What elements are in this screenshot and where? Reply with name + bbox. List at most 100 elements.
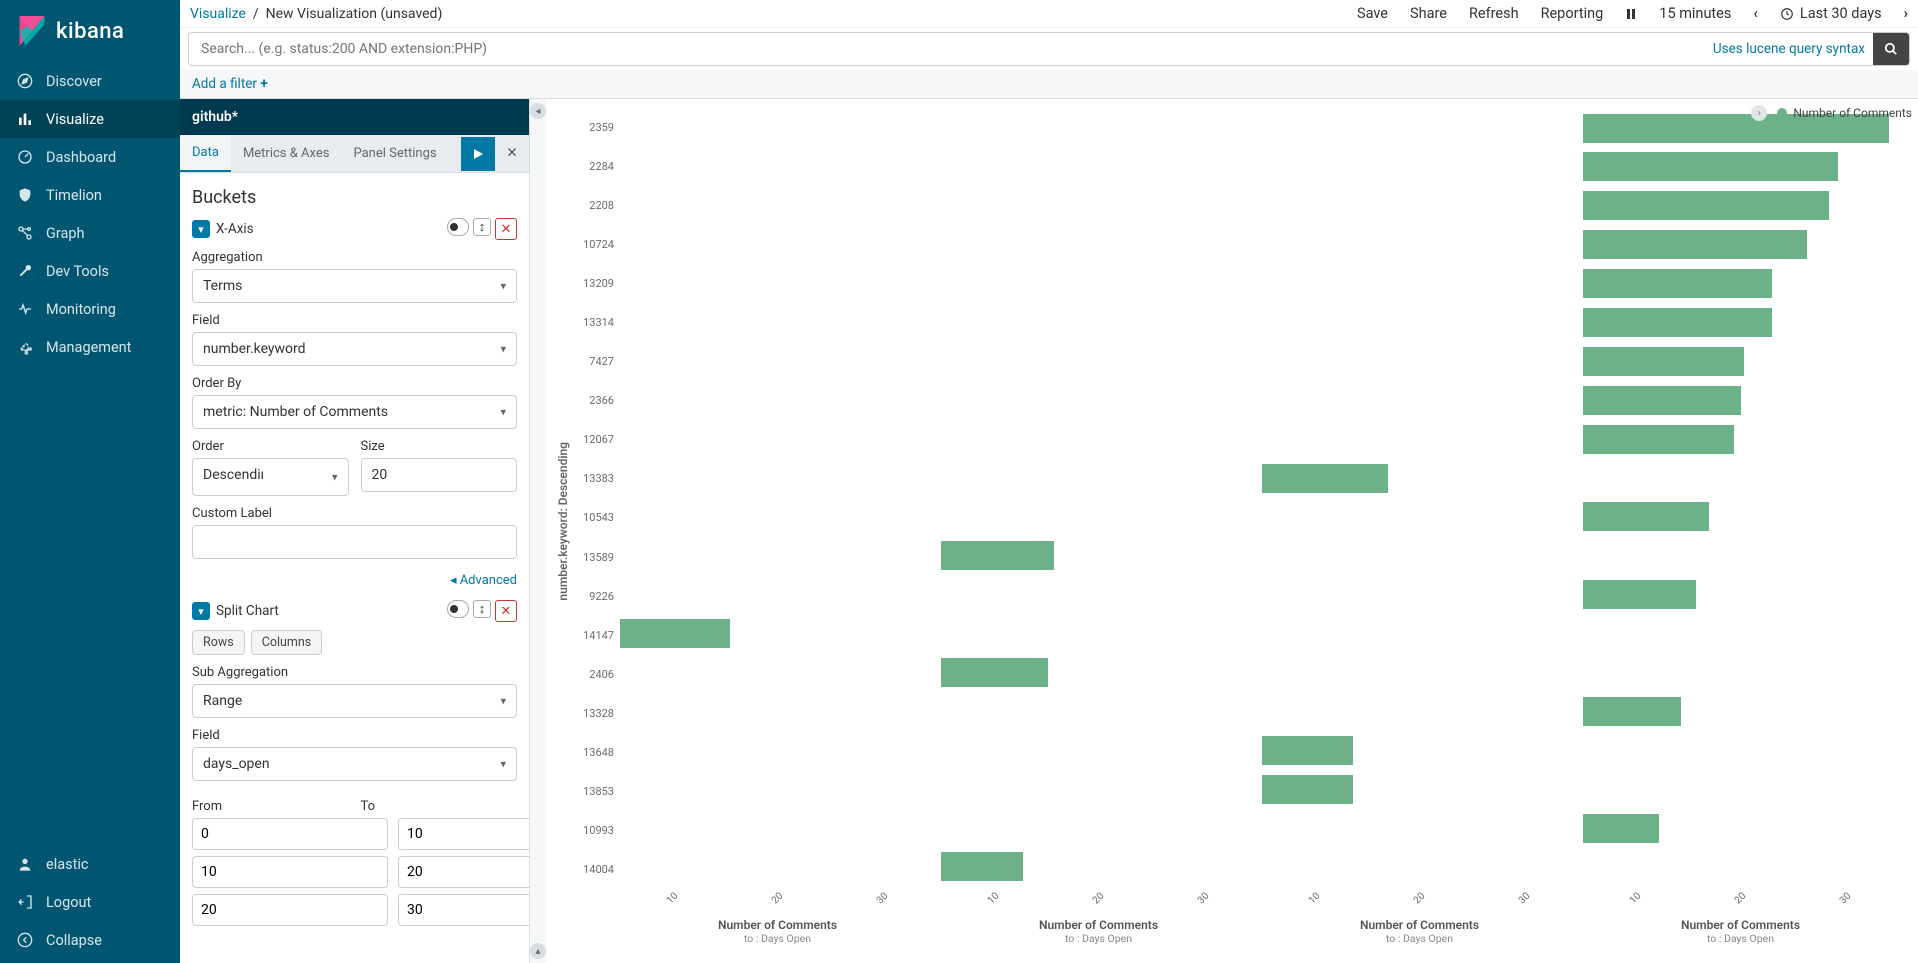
split-columns-button[interactable]: Columns [251, 630, 323, 655]
range-to-input[interactable] [398, 818, 529, 850]
bar-row [1262, 692, 1577, 730]
split-rows-button[interactable]: Rows [192, 630, 245, 655]
split-delete-button[interactable]: ✕ [495, 600, 517, 622]
custom-label-input[interactable] [192, 525, 517, 559]
split-field-select[interactable]: days_open [192, 747, 517, 781]
bar-row [1262, 809, 1577, 847]
bucket-delete-button[interactable]: ✕ [495, 218, 517, 240]
bar[interactable] [1583, 814, 1659, 843]
bar[interactable] [1583, 308, 1772, 337]
bar[interactable] [620, 619, 730, 648]
pause-icon[interactable] [1625, 8, 1637, 20]
panel-tabs: Data Metrics & Axes Panel Settings ✕ [180, 135, 529, 173]
bar[interactable] [1583, 386, 1741, 415]
split-priority-button[interactable]: ↕ [473, 600, 491, 618]
aggregation-select[interactable]: Terms [192, 269, 517, 303]
discard-changes-button[interactable]: ✕ [495, 137, 529, 171]
bar[interactable] [1583, 230, 1807, 259]
collapse-toggle[interactable]: ▾ [192, 220, 210, 238]
search-button[interactable] [1873, 33, 1909, 65]
expand-panel-button[interactable]: ▴ [530, 943, 546, 959]
bar-row [1262, 848, 1577, 886]
share-button[interactable]: Share [1410, 5, 1447, 22]
breadcrumb-root[interactable]: Visualize [190, 6, 246, 22]
y-tick: 2406 [576, 656, 614, 694]
bar[interactable] [1583, 425, 1734, 454]
x-ticks: 102030 [620, 893, 935, 904]
bar[interactable] [1262, 464, 1388, 493]
size-input[interactable] [361, 458, 518, 492]
range-from-input[interactable] [192, 818, 388, 850]
tab-panel-settings[interactable]: Panel Settings [341, 136, 448, 171]
search-input[interactable] [189, 41, 1713, 57]
nav-collapse[interactable]: Collapse [0, 921, 180, 959]
bar[interactable] [1583, 152, 1838, 181]
bar-row [620, 731, 935, 769]
panel-x-subtitle: to : Days Open [620, 932, 935, 945]
bucket-priority-button[interactable]: ↕ [473, 218, 491, 236]
save-button[interactable]: Save [1357, 5, 1388, 22]
bar[interactable] [941, 541, 1054, 570]
nav-timelion[interactable]: Timelion [0, 176, 180, 214]
apply-changes-button[interactable] [461, 137, 495, 171]
bar[interactable] [1583, 191, 1829, 220]
range-to-input[interactable] [398, 856, 529, 888]
range-to-input[interactable] [398, 894, 529, 926]
range-from-input[interactable] [192, 894, 388, 926]
nav-dashboard[interactable]: Dashboard [0, 138, 180, 176]
field-select[interactable]: number.keyword [192, 332, 517, 366]
interval-label[interactable]: 15 minutes [1659, 5, 1731, 22]
time-range[interactable]: Last 30 days [1780, 5, 1882, 22]
add-filter-link[interactable]: Add a filter + [192, 76, 268, 92]
bar[interactable] [941, 658, 1048, 687]
app-logo[interactable]: kibana [0, 0, 180, 62]
legend-marker [1777, 108, 1787, 118]
lucene-syntax-link[interactable]: Uses lucene query syntax [1713, 41, 1865, 57]
range-from-input[interactable] [192, 856, 388, 888]
bar[interactable] [1583, 269, 1772, 298]
bar[interactable] [1583, 502, 1709, 531]
orderby-select[interactable]: metric: Number of Comments [192, 395, 517, 429]
graph-icon [16, 224, 34, 242]
nav-graph[interactable]: Graph [0, 214, 180, 252]
from-label: From [192, 799, 349, 814]
nav-user[interactable]: elastic [0, 845, 180, 883]
bar[interactable] [1262, 775, 1353, 804]
bar[interactable] [1262, 736, 1353, 765]
nav-visualize[interactable]: Visualize [0, 100, 180, 138]
y-tick: 2366 [576, 382, 614, 420]
tab-data[interactable]: Data [180, 135, 231, 172]
custom-label-label: Custom Label [192, 506, 517, 521]
tab-metrics-axes[interactable]: Metrics & Axes [231, 136, 342, 171]
y-tick: 13209 [576, 265, 614, 303]
bar[interactable] [1583, 347, 1744, 376]
filter-bar: Add a filter + [180, 70, 1918, 99]
bar[interactable] [1583, 697, 1681, 726]
nav-management[interactable]: Management [0, 328, 180, 366]
reporting-button[interactable]: Reporting [1541, 5, 1604, 22]
y-axis-label: number.keyword: Descending [556, 442, 570, 601]
legend-toggle[interactable]: › [1751, 105, 1767, 121]
bar-row [620, 459, 935, 497]
y-tick: 13648 [576, 734, 614, 772]
order-select[interactable]: Descending [192, 458, 349, 496]
collapse-panel-button[interactable]: ◂ [530, 103, 546, 119]
chart-panel: 102030Number of Commentsto : Days Open [1583, 109, 1898, 889]
size-label: Size [361, 439, 518, 454]
next-range-icon[interactable]: › [1904, 5, 1908, 22]
play-icon [472, 148, 484, 160]
refresh-button[interactable]: Refresh [1469, 5, 1519, 22]
nav-logout[interactable]: Logout [0, 883, 180, 921]
bar[interactable] [1583, 580, 1696, 609]
nav-devtools[interactable]: Dev Tools [0, 252, 180, 290]
nav-monitoring[interactable]: Monitoring [0, 290, 180, 328]
prev-range-icon[interactable]: ‹ [1753, 5, 1758, 22]
bar[interactable] [941, 852, 1023, 881]
split-enable-toggle[interactable] [447, 600, 469, 618]
bucket-enable-toggle[interactable] [447, 218, 469, 236]
advanced-toggle[interactable]: ◂ Advanced [450, 573, 517, 588]
subagg-select[interactable]: Range [192, 684, 517, 718]
split-collapse-toggle[interactable]: ▾ [192, 602, 210, 620]
nav-discover[interactable]: Discover [0, 62, 180, 100]
panel-x-title: Number of Comments [1583, 918, 1898, 932]
